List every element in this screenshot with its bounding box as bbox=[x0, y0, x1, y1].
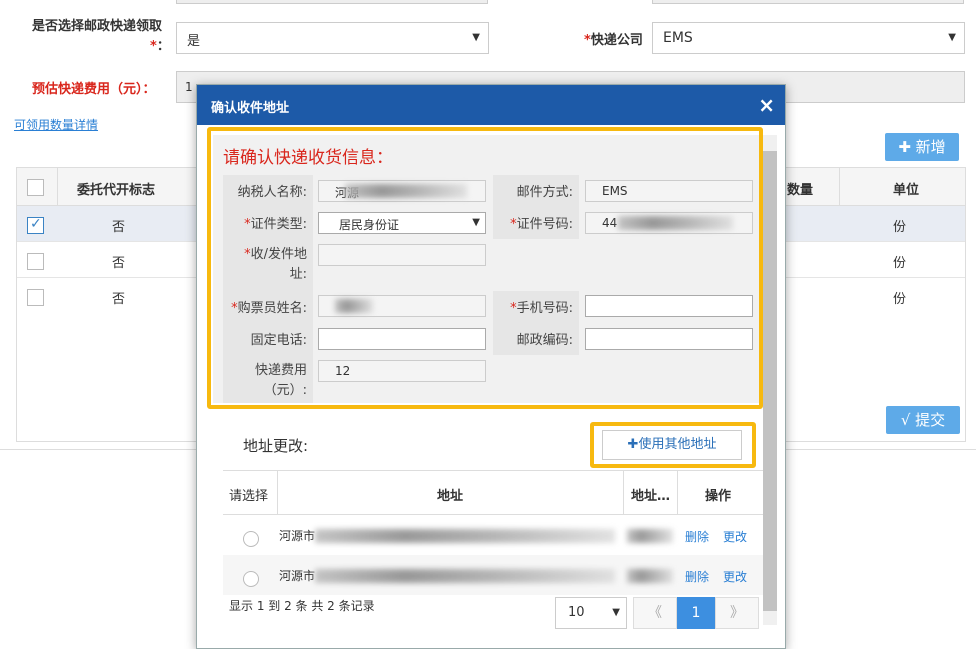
address-row[interactable]: 河源市 删除 更改 bbox=[223, 555, 763, 595]
col-agent-flag: 委托代开标志 bbox=[77, 183, 156, 198]
col-divider bbox=[677, 471, 678, 515]
add-button[interactable]: ✚ 新增 bbox=[885, 133, 959, 161]
address-redaction bbox=[315, 569, 615, 583]
postal-select[interactable]: 是 ▼ bbox=[176, 22, 489, 54]
close-icon[interactable]: × bbox=[758, 93, 775, 117]
fee-label: 预估快递费用（元）： bbox=[32, 82, 156, 97]
delete-link[interactable]: 删除 bbox=[685, 568, 709, 585]
chevron-down-icon: ▼ bbox=[612, 607, 620, 618]
address-change-label: 地址更改: bbox=[243, 437, 309, 455]
row-checkbox[interactable] bbox=[27, 216, 44, 234]
address-radio[interactable] bbox=[243, 531, 259, 547]
address-text: 河源市 bbox=[279, 569, 316, 583]
col-address: 地址 bbox=[437, 489, 464, 504]
col-unit: 单位 bbox=[893, 183, 920, 198]
page-next-button[interactable]: 》 bbox=[715, 597, 759, 629]
address2-redaction bbox=[627, 529, 673, 543]
edit-link[interactable]: 更改 bbox=[723, 528, 747, 545]
row-agent-flag: 否 bbox=[112, 292, 126, 307]
highlight-info-box bbox=[207, 127, 763, 409]
col-divider bbox=[839, 168, 840, 206]
col-divider bbox=[623, 471, 624, 515]
submit-button[interactable]: √ 提交 bbox=[886, 406, 960, 434]
scrollbar-thumb[interactable] bbox=[763, 151, 777, 611]
address-text: 河源市 bbox=[279, 529, 316, 543]
plus-icon: ✚ bbox=[898, 138, 911, 156]
page-current-button[interactable]: 1 bbox=[677, 597, 715, 629]
col-quantity: 数量 bbox=[787, 183, 814, 198]
delete-link[interactable]: 删除 bbox=[685, 528, 709, 545]
select-all-checkbox[interactable] bbox=[27, 179, 44, 196]
row-agent-flag: 否 bbox=[112, 220, 126, 235]
row-unit: 份 bbox=[893, 292, 907, 307]
address-redaction bbox=[315, 529, 615, 543]
col-select: 请选择 bbox=[229, 489, 269, 504]
confirm-address-modal: 确认收件地址 × 请确认快递收货信息： 纳税人名称: 河源 邮件方式: EMS … bbox=[196, 84, 786, 649]
address-radio[interactable] bbox=[243, 571, 259, 587]
qty-detail-link[interactable]: 可领用数量详情 bbox=[14, 116, 98, 133]
page-prev-button[interactable]: 《 bbox=[633, 597, 677, 629]
highlight-button-box bbox=[590, 422, 756, 468]
chevron-down-icon: ▼ bbox=[472, 32, 480, 43]
col-divider bbox=[57, 168, 58, 206]
courier-select[interactable]: EMS ▼ bbox=[652, 22, 965, 54]
top-input-left bbox=[176, 0, 488, 4]
address-table: 请选择 地址 地址… 操作 河源市 删除 更改 河源市 删除 更改 bbox=[223, 470, 763, 595]
page-size-select[interactable]: 10 ▼ bbox=[555, 597, 627, 629]
col-divider bbox=[277, 471, 278, 515]
address-table-header: 请选择 地址 地址… 操作 bbox=[223, 471, 763, 515]
row-unit: 份 bbox=[893, 256, 907, 271]
row-unit: 份 bbox=[893, 220, 907, 235]
chevron-down-icon: ▼ bbox=[948, 32, 956, 43]
modal-title: 确认收件地址 bbox=[211, 101, 290, 116]
row-checkbox[interactable] bbox=[27, 253, 44, 270]
col-address2: 地址… bbox=[631, 489, 671, 504]
address2-redaction bbox=[627, 569, 673, 583]
postal-label: 是否选择邮政快递领取 *： bbox=[32, 19, 170, 54]
records-summary: 显示 1 到 2 条 共 2 条记录 bbox=[229, 599, 375, 613]
modal-header: 确认收件地址 × bbox=[197, 85, 785, 125]
row-agent-flag: 否 bbox=[112, 256, 126, 271]
address-row[interactable]: 河源市 删除 更改 bbox=[223, 515, 763, 555]
col-action: 操作 bbox=[705, 489, 732, 504]
courier-label: *快递公司 bbox=[584, 33, 643, 48]
top-input-right bbox=[652, 0, 964, 4]
edit-link[interactable]: 更改 bbox=[723, 568, 747, 585]
row-checkbox[interactable] bbox=[27, 289, 44, 306]
